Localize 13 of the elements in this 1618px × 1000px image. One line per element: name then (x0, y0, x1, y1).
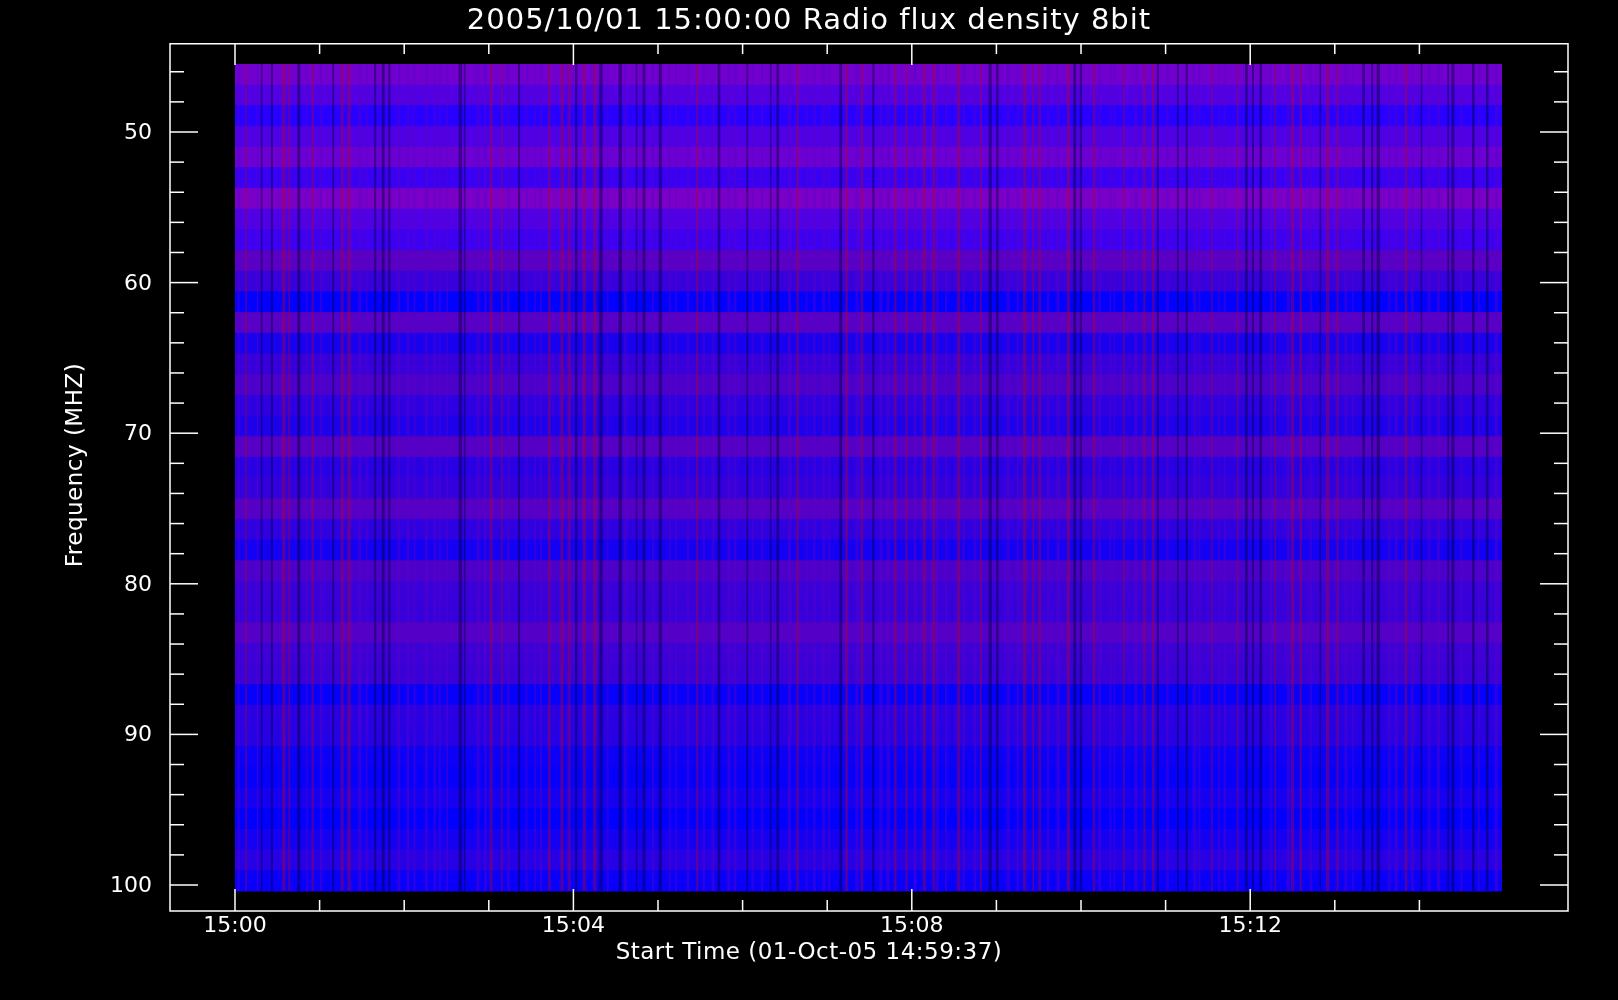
y-tick-label: 70 (124, 421, 152, 446)
chart-title: 2005/10/01 15:00:00 Radio flux density 8bit (466, 1, 1152, 38)
x-tick-label: 15:00 (203, 913, 267, 937)
y-tick-label: 100 (110, 873, 152, 897)
y-tick-label: 80 (124, 571, 152, 596)
x-tick-label: 15:04 (541, 913, 606, 937)
x-tick-label: 15:08 (880, 913, 944, 937)
y-tick-label: 90 (124, 722, 152, 747)
x-axis-label: Start Time (01-Oct-05 14:59:37) (615, 937, 1003, 965)
y-axis-label: Frequency (MHZ) (60, 362, 88, 568)
y-tick-label: 50 (124, 120, 152, 144)
x-tick-label: 15:12 (1218, 913, 1282, 937)
y-tick-label: 60 (124, 270, 152, 295)
